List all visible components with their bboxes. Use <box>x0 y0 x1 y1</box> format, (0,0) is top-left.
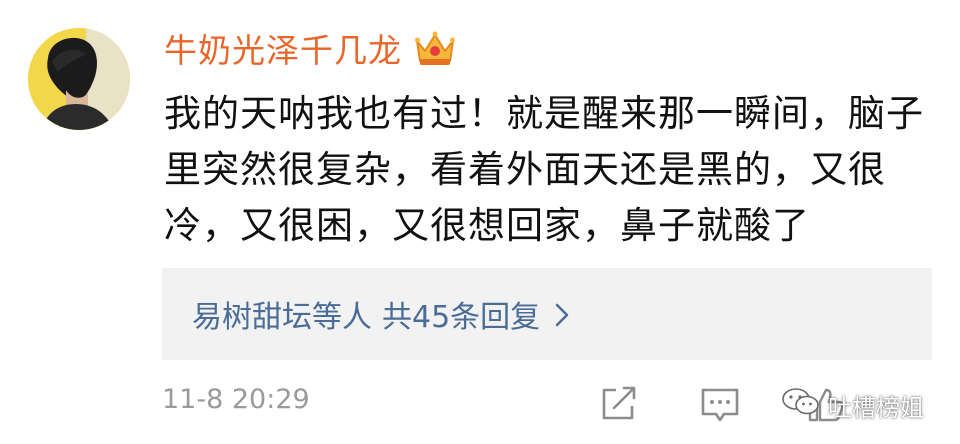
share-icon[interactable] <box>600 386 638 426</box>
reply-count[interactable]: 共45条回复 <box>382 292 540 336</box>
avatar[interactable] <box>28 28 130 130</box>
chevron-right-icon <box>554 301 570 327</box>
reply-users[interactable]: 易树甜坛 <box>192 292 312 336</box>
comment-icon[interactable] <box>700 386 740 428</box>
timestamp: 11-8 20:29 <box>162 384 310 415</box>
username-row: 牛奶光泽千几龙 <box>164 26 456 70</box>
crown-icon <box>414 29 456 67</box>
watermark: 吐槽榜姐 <box>780 386 924 424</box>
watermark-text: 吐槽榜姐 <box>828 393 924 422</box>
reply-users-suffix: 等人 <box>312 300 372 335</box>
replies-preview[interactable]: 易树甜坛 等人 共45条回复 <box>162 268 932 360</box>
comment-text: 我的天呐我也有过！就是醒来那一瞬间，脑子里突然很复杂，看着外面天还是黑的，又很冷… <box>164 92 924 247</box>
wechat-icon <box>780 386 822 424</box>
username[interactable]: 牛奶光泽千几龙 <box>164 24 402 72</box>
avatar-person-icon <box>28 28 130 130</box>
